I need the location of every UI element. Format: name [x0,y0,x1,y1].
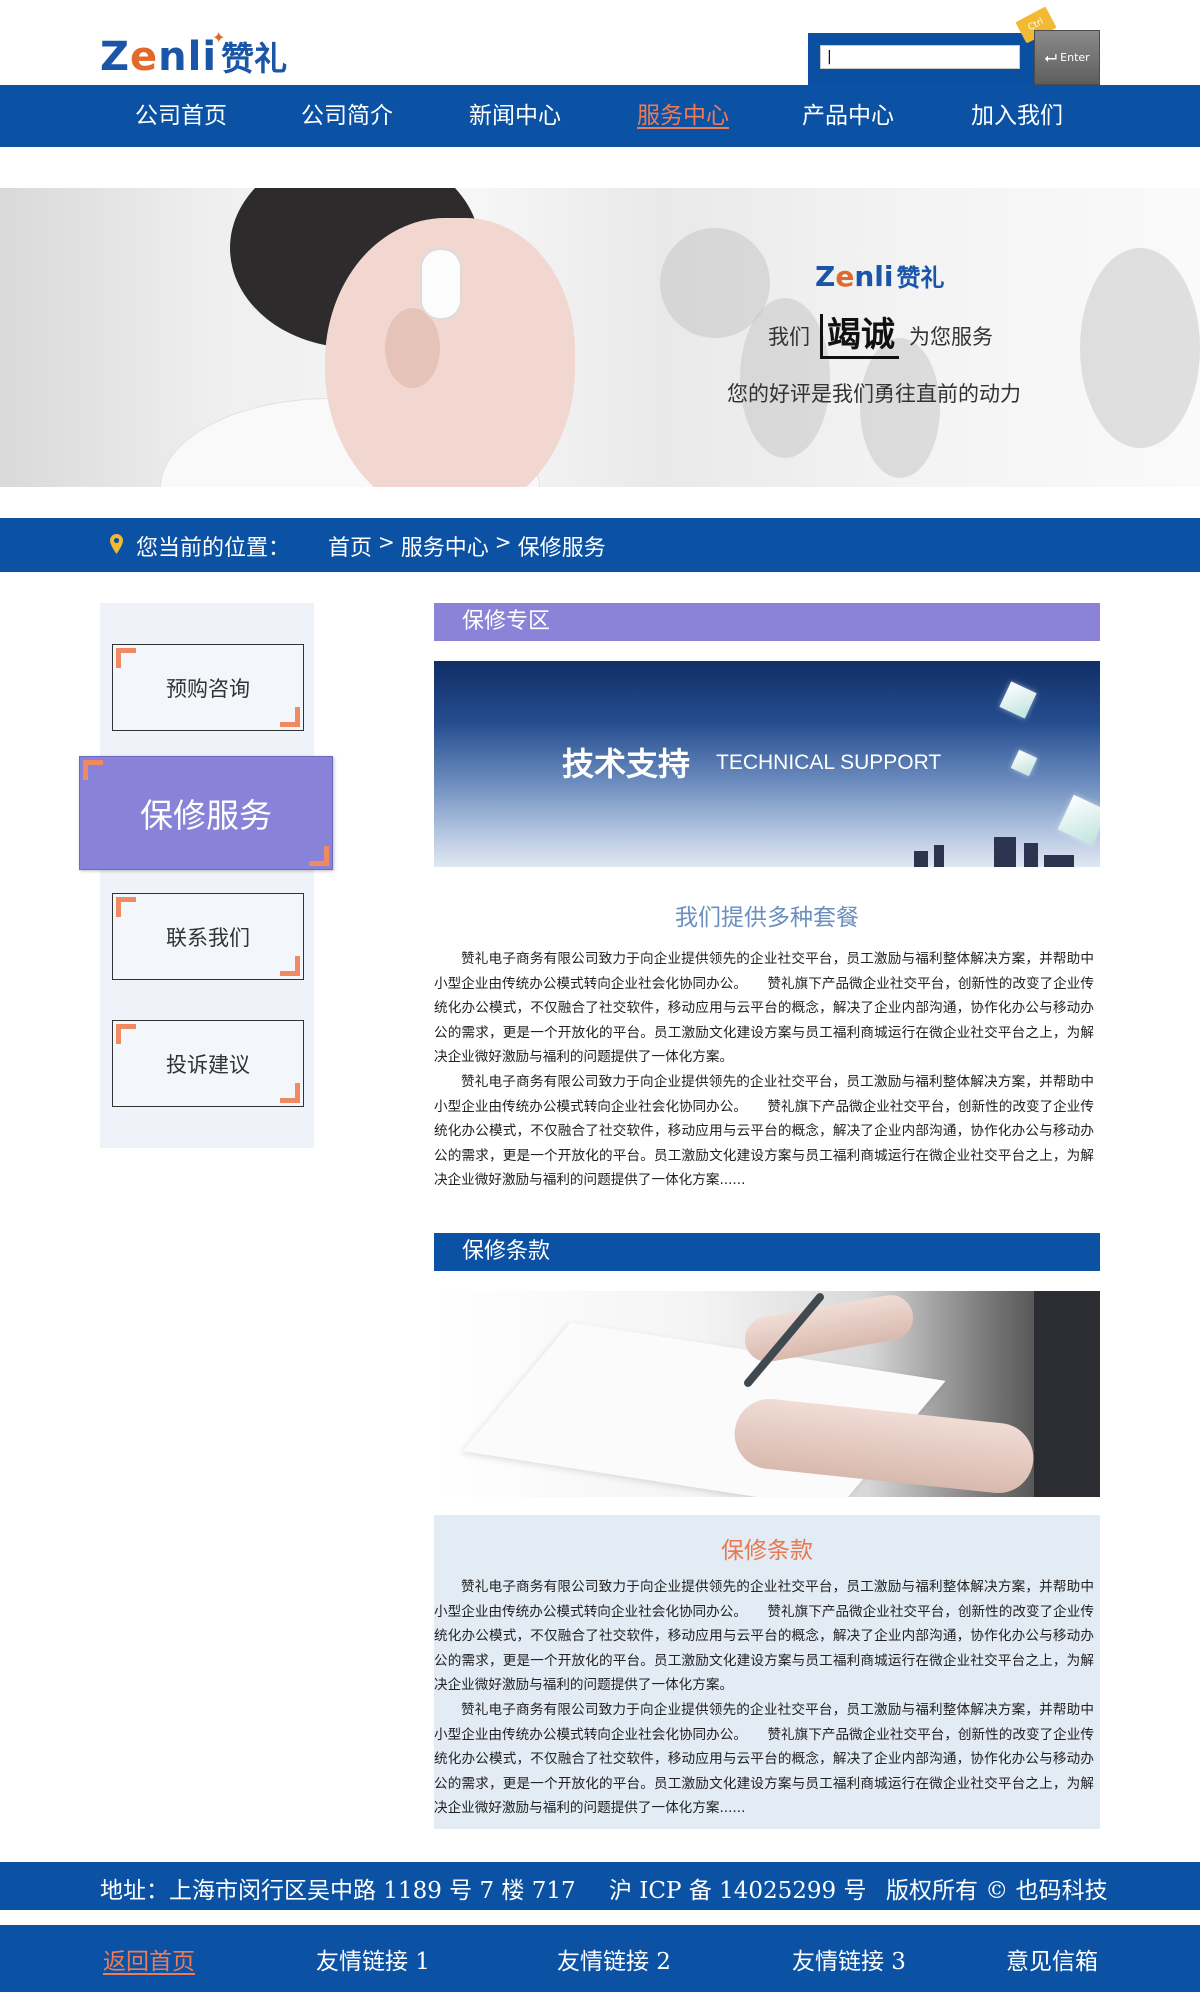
corner-decoration [116,897,136,917]
section-header-warranty-terms: 保修条款 [434,1233,1100,1271]
headset-icon [420,248,462,320]
bokeh-circle [1080,248,1200,448]
sleeve-shape [1034,1291,1100,1497]
footer-link-friend-1[interactable]: 友情链接 1 [316,1942,430,1976]
site-logo[interactable]: Zenli ✦ 赞礼 [100,28,287,80]
banner-slogan-highlight: 竭诚 [820,313,899,359]
packages-title: 我们提供多种套餐 [675,905,859,931]
corner-decoration [280,956,300,976]
location-pin-icon [110,534,123,554]
terms-paragraph: 赞礼电子商务有限公司致力于向企业提供领先的企业社交平台，员工激励与福利整体解决方… [434,1579,1094,1694]
banner-logo-cn: 赞礼 [896,264,945,292]
corner-decoration [309,846,329,866]
corner-decoration [280,1083,300,1103]
corner-decoration [116,1024,136,1044]
woman-ear [385,308,440,388]
signing-hand-image [434,1291,1100,1497]
footer-info: 地址：上海市闵行区吴中路 1189 号 7 楼 717 沪 ICP 备 1402… [0,1862,1200,1910]
building-shape [914,851,928,867]
building-shape [994,837,1016,867]
tech-support-subtitle: TECHNICAL SUPPORT [716,751,942,774]
tech-support-image: 技术支持 TECHNICAL SUPPORT [434,661,1100,867]
sidebar-item-presale[interactable]: 预购咨询 [112,644,304,731]
nav-item-about[interactable]: 公司简介 [301,85,393,147]
nav-item-service[interactable]: 服务中心 [637,85,729,147]
sidebar-item-warranty[interactable]: 保修服务 [79,756,333,870]
footer-links: 返回首页 友情链接 1 友情链接 2 友情链接 3 意见信箱 [0,1925,1200,1992]
main-nav: 公司首页 公司简介 新闻中心 服务中心 产品中心 加入我们 [0,85,1200,147]
search-box [808,33,1034,85]
packages-paragraph: 赞礼电子商务有限公司致力于向企业提供领先的企业社交平台，员工激励与福利整体解决方… [434,951,1094,1066]
footer-icp: 沪 ICP 备 14025299 号 [609,1878,867,1904]
section-header-warranty-zone: 保修专区 [434,603,1100,641]
corner-decoration [280,707,300,727]
cube-decoration [1010,749,1038,777]
terms-title: 保修条款 [721,1538,813,1564]
building-shape [1024,843,1038,867]
enter-label: Enter [1060,51,1090,64]
sidebar-item-label: 预购咨询 [166,676,250,701]
search-enter-button[interactable]: ⮠ Enter [1034,30,1100,85]
corner-decoration [116,648,136,668]
hero-banner: Zenli 赞礼 我们 竭诚 为您服务 您的好评是我们勇往直前的动力 [0,188,1200,487]
logo-text-en: Zenli ✦ [100,28,225,80]
packages-paragraph: 赞礼电子商务有限公司致力于向企业提供领先的企业社交平台，员工激励与福利整体解决方… [434,1074,1094,1189]
footer-copyright: 版权所有 © 也码科技 [886,1878,1108,1904]
building-shape [934,845,944,867]
site-header: Zenli✦ 赞礼 Ctrl ⮠ Enter [0,0,1200,85]
footer-link-friend-2[interactable]: 友情链接 2 [557,1942,671,1976]
banner-tagline: 您的好评是我们勇往直前的动力 [727,382,1021,406]
nav-item-home[interactable]: 公司首页 [135,85,227,147]
logo-en-post: nli [158,34,218,80]
footer-link-friend-3[interactable]: 友情链接 3 [792,1942,906,1976]
footer-link-feedback[interactable]: 意见信箱 [1006,1942,1098,1976]
banner-logo-en-o: e [835,260,855,293]
banner-slogan-pre: 我们 [768,325,810,349]
banner-logo-en-post: nli [854,260,894,293]
enter-arrow-icon: ⮠ [1044,47,1058,67]
search-input[interactable] [820,45,1020,69]
footer-address: 地址：上海市闵行区吴中路 1189 号 7 楼 717 [100,1878,576,1904]
nav-item-join[interactable]: 加入我们 [971,85,1063,147]
logo-en-pre: Z [100,34,131,80]
sidebar-item-label: 联系我们 [166,925,250,950]
breadcrumb-path: 首页 > 服务中心 > 保修服务 [328,530,606,562]
breadcrumb-link-home[interactable]: 首页 [328,530,372,562]
breadcrumb-separator: > [494,530,512,554]
cube-decoration [1057,794,1100,846]
logo-en-o: e [130,34,159,80]
logo-star-icon: ✦ [212,28,227,47]
sidebar-item-contact[interactable]: 联系我们 [112,893,304,980]
nav-item-products[interactable]: 产品中心 [802,85,894,147]
breadcrumb: 您当前的位置： 首页 > 服务中心 > 保修服务 [0,518,1200,572]
nav-item-news[interactable]: 新闻中心 [469,85,561,147]
breadcrumb-link-service[interactable]: 服务中心 [401,530,489,562]
banner-slogan: 我们 竭诚 为您服务 [768,311,1028,361]
cube-decoration [999,681,1037,719]
banner-logo-en: Zenli [815,260,893,293]
logo-text-cn: 赞礼 [221,39,288,78]
corner-decoration [83,760,103,780]
sidebar-item-complaint[interactable]: 投诉建议 [112,1020,304,1107]
building-shape [1044,855,1074,867]
breadcrumb-label: 您当前的位置： [136,536,291,561]
tech-support-title: 技术支持 [562,745,691,783]
sidebar-item-label: 投诉建议 [166,1052,250,1077]
banner-slogan-post: 为您服务 [909,325,993,349]
banner-logo-en-pre: Z [815,260,836,293]
breadcrumb-current: 保修服务 [517,536,606,561]
terms-paragraph: 赞礼电子商务有限公司致力于向企业提供领先的企业社交平台，员工激励与福利整体解决方… [434,1702,1094,1817]
banner-logo: Zenli 赞礼 [815,258,944,293]
sidebar-item-label: 保修服务 [140,796,272,835]
footer-link-home[interactable]: 返回首页 [103,1942,195,1976]
breadcrumb-separator: > [378,530,395,554]
